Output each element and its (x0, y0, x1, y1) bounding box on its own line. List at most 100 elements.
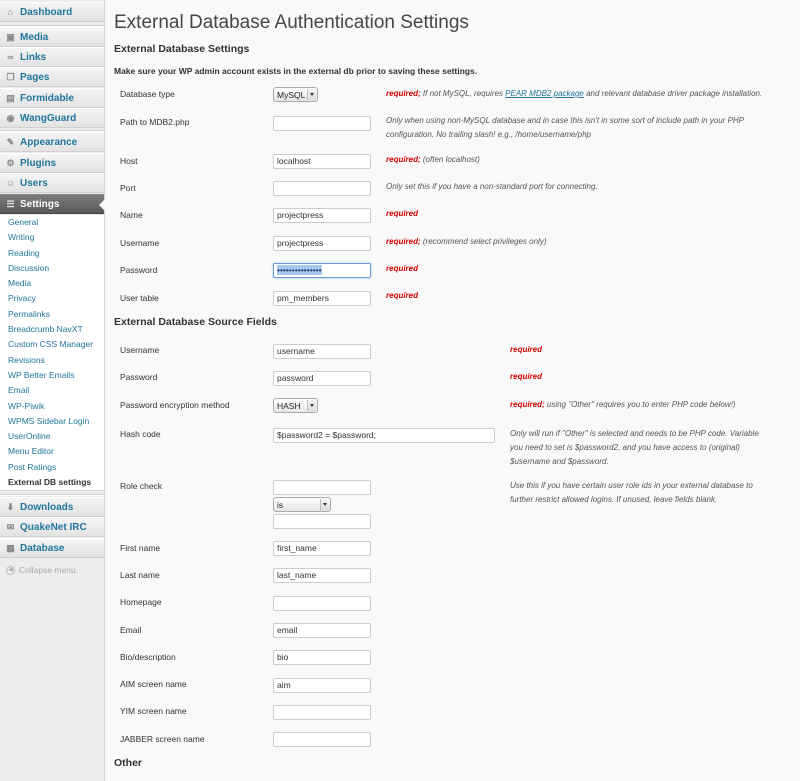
db-username-input[interactable]: projectpress (273, 236, 371, 251)
port-input[interactable] (273, 181, 371, 196)
last-name-input[interactable]: last_name (273, 568, 371, 583)
db-type-desc: required; If not MySQL, requires PEAR MD… (386, 89, 763, 98)
db-password-input[interactable]: ••••••••••••••• (273, 263, 371, 278)
menu-appearance[interactable]: ✎ Appearance (0, 132, 104, 152)
role-check-input[interactable] (273, 480, 371, 495)
collapse-arrow-icon: ◀ (6, 565, 15, 575)
aim-label: AIM screen name (120, 679, 187, 689)
host-label: Host (120, 156, 138, 166)
menu-plugins[interactable]: ⚙ Plugins (0, 153, 104, 173)
jabber-input[interactable] (273, 732, 371, 747)
formidable-icon: ▤ (6, 92, 15, 103)
menu-separator (0, 494, 104, 496)
chevron-down-icon (307, 400, 316, 411)
submenu-item[interactable]: WP-Piwik (0, 399, 104, 414)
bio-input[interactable]: bio (273, 650, 371, 665)
user-table-input[interactable]: pm_members (273, 291, 371, 306)
first-name-input[interactable]: first_name (273, 541, 371, 556)
user-table-label: User table (120, 293, 159, 303)
submenu-item[interactable]: General (0, 215, 104, 230)
irc-icon: ✉ (6, 521, 15, 532)
homepage-label: Homepage (120, 597, 162, 607)
section-title-db-settings: External Database Settings (114, 43, 250, 55)
mdb2-path-label: Path to MDB2.php (120, 117, 190, 127)
submenu-item[interactable]: Custom CSS Manager (0, 337, 104, 352)
email-label: Email (120, 625, 142, 635)
menu-wangguard[interactable]: ◉ WangGuard (0, 108, 104, 128)
submenu-item[interactable]: Media (0, 276, 104, 291)
host-input[interactable]: localhost (273, 154, 371, 169)
hash-code-desc: Only will run if "Other" is selected and… (510, 429, 759, 466)
settings-submenu: General Writing Reading Discussion Media… (0, 215, 104, 492)
menu-formidable[interactable]: ▤ Formidable (0, 88, 104, 108)
role-check-value-input[interactable] (273, 514, 371, 529)
media-icon: ▣ (6, 31, 15, 42)
menu-downloads[interactable]: ⬇ Downloads (0, 497, 104, 517)
submenu-item[interactable]: UserOnline (0, 429, 104, 444)
menu-database[interactable]: ▦ Database (0, 538, 104, 558)
menu-links[interactable]: ∞ Links (0, 47, 104, 67)
enc-method-desc: required; using "Other" requires you to … (510, 400, 736, 409)
hash-code-label: Hash code (120, 429, 161, 439)
bio-label: Bio/description (120, 652, 176, 662)
menu-dashboard[interactable]: ⌂ Dashboard (0, 2, 104, 22)
submenu-item[interactable]: Breadcrumb NavXT (0, 322, 104, 337)
submenu-item[interactable]: Email (0, 383, 104, 398)
db-type-select[interactable]: MySQL (273, 87, 318, 102)
role-check-operator-select[interactable]: is (273, 497, 331, 512)
user-table-desc: required (386, 291, 419, 300)
hash-code-input[interactable]: $password2 = $password; (273, 428, 495, 443)
src-password-input[interactable]: password (273, 371, 371, 386)
username-label: Username (120, 238, 160, 248)
db-type-label: Database type (120, 89, 175, 99)
menu-quakenet-irc[interactable]: ✉ QuakeNet IRC (0, 517, 104, 537)
menu-media[interactable]: ▣ Media (0, 27, 104, 47)
section-title-other: Other (114, 757, 143, 769)
admin-sidebar: ⌂ Dashboard ▣ Media ∞ Links ❐ Pages ▤ Formida… (0, 0, 105, 781)
menu-pages[interactable]: ❐ Pages (0, 67, 104, 87)
src-username-label: Username (120, 345, 160, 355)
submenu-item[interactable]: WPMS Sidebar Login (0, 414, 104, 429)
submenu-item-external-db-settings[interactable]: External DB settings (0, 475, 104, 490)
submenu-item[interactable]: Writing (0, 230, 104, 245)
plugins-icon: ⚙ (6, 157, 15, 168)
src-username-input[interactable]: username (273, 344, 371, 359)
submenu-item[interactable]: Revisions (0, 353, 104, 368)
enc-method-select[interactable]: HASH (273, 398, 318, 413)
submenu-item[interactable]: Permalinks (0, 307, 104, 322)
mdb2-path-input[interactable] (273, 116, 371, 131)
database-icon: ▦ (6, 542, 15, 553)
name-desc: required (386, 209, 419, 218)
submenu-item[interactable]: Menu Editor (0, 444, 104, 459)
submenu-item[interactable]: Discussion (0, 261, 104, 276)
menu-settings[interactable]: ☰ Settings (0, 194, 105, 214)
enc-method-label: Password encryption method (120, 400, 230, 410)
downloads-icon: ⬇ (6, 501, 15, 512)
name-label: Name (120, 210, 143, 220)
links-icon: ∞ (7, 51, 14, 62)
chevron-down-icon (320, 499, 329, 510)
section-title-source-fields: External Database Source Fields (114, 316, 277, 328)
homepage-input[interactable] (273, 596, 371, 611)
collapse-menu-button[interactable]: ◀ Collapse menu (6, 565, 76, 575)
users-icon: ☺ (5, 177, 16, 188)
pear-mdb2-link[interactable]: PEAR MDB2 package (505, 89, 584, 98)
submenu-item[interactable]: WP Better Emails (0, 368, 104, 383)
admin-account-notice: Make sure your WP admin account exists i… (114, 66, 478, 76)
submenu-item[interactable]: Post Ratings (0, 460, 104, 475)
port-desc: Only set this if you have a non-standard… (386, 182, 598, 191)
wangguard-icon: ◉ (6, 112, 15, 123)
email-input[interactable]: email (273, 623, 371, 638)
aim-input[interactable]: aim (273, 678, 371, 693)
settings-icon: ☰ (6, 198, 15, 209)
yim-input[interactable] (273, 705, 371, 720)
submenu-item[interactable]: Privacy (0, 291, 104, 306)
menu-users[interactable]: ☺ Users (0, 173, 104, 193)
src-password-label: Password (120, 372, 158, 382)
submenu-item[interactable]: Reading (0, 246, 104, 261)
username-desc: required; (recommend select privileges o… (386, 237, 547, 246)
dashboard-icon: ⌂ (7, 6, 14, 17)
last-name-label: Last name (120, 570, 160, 580)
src-password-desc: required (510, 372, 543, 381)
db-name-input[interactable]: projectpress (273, 208, 371, 223)
